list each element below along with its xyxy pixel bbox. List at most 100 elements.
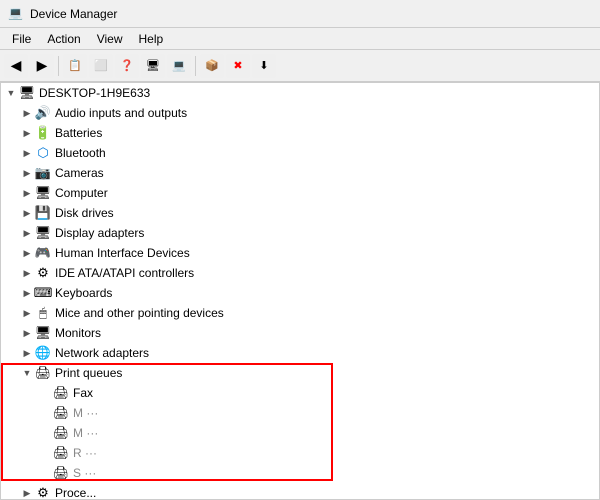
hid-label: Human Interface Devices [55, 246, 190, 260]
tree-item-computer[interactable]: ▶ 🖥 Computer [1, 183, 599, 203]
computer-label: Computer [55, 186, 108, 200]
app-icon: 💻 [8, 6, 24, 22]
tree-item-cameras[interactable]: ▶ 📷 Cameras [1, 163, 599, 183]
menu-action[interactable]: Action [39, 30, 88, 48]
mice-arrow: ▶ [19, 305, 35, 321]
tree-item-ide[interactable]: ▶ ⚙ IDE ATA/ATAPI controllers [1, 263, 599, 283]
display-arrow: ▶ [19, 225, 35, 241]
mice-icon: 🖱 [35, 305, 51, 321]
tree-item-printer3[interactable]: 🖨 R ··· [1, 443, 599, 463]
tree-item-printer4[interactable]: 🖨 S ··· [1, 463, 599, 483]
menu-bar: File Action View Help [0, 28, 600, 50]
bluetooth-label: Bluetooth [55, 146, 106, 160]
computer-arrow: ▶ [19, 185, 35, 201]
toolbar-separator-1 [58, 56, 59, 76]
forward-button[interactable]: ▶ [30, 54, 54, 78]
ide-label: IDE ATA/ATAPI controllers [55, 266, 194, 280]
printer1-icon: 🖨 [53, 405, 69, 421]
properties-button[interactable]: 📋 [63, 54, 87, 78]
device-tree: ▼ 🖥 DESKTOP-1H9E633 ▶ 🔊 Audio inputs and… [0, 82, 600, 500]
keyboards-icon: ⌨ [35, 285, 51, 301]
cameras-arrow: ▶ [19, 165, 35, 181]
monitors-arrow: ▶ [19, 325, 35, 341]
scan-changes-button[interactable]: ⬇ [252, 54, 276, 78]
tree-item-display[interactable]: ▶ 🖥 Display adapters [1, 223, 599, 243]
computer-icon: 🖥 [35, 185, 51, 201]
printer4-label: S ··· [73, 466, 96, 480]
print-queues-icon: 🖨 [35, 365, 51, 381]
tree-item-keyboards[interactable]: ▶ ⌨ Keyboards [1, 283, 599, 303]
disk-icon: 💾 [35, 205, 51, 221]
fax-icon: 🖨 [53, 385, 69, 401]
hid-arrow: ▶ [19, 245, 35, 261]
processors-label: Proce... [55, 486, 96, 500]
tree-item-printer2[interactable]: 🖨 M ··· [1, 423, 599, 443]
printer4-icon: 🖨 [53, 465, 69, 481]
tree-item-fax[interactable]: 🖨 Fax [1, 383, 599, 403]
toolbar: ◀ ▶ 📋 ⬜ ❓ 🖥 💻 📦 ✖ ⬇ [0, 50, 600, 82]
show-hidden-button[interactable]: 💻 [167, 54, 191, 78]
processors-arrow: ▶ [19, 485, 35, 500]
mice-label: Mice and other pointing devices [55, 306, 224, 320]
root-arrow: ▼ [3, 85, 19, 101]
print-queues-section: ▼ 🖨 Print queues 🖨 Fax 🖨 M ··· 🖨 M ··· 🖨… [1, 363, 599, 483]
help-button[interactable]: ❓ [115, 54, 139, 78]
ide-arrow: ▶ [19, 265, 35, 281]
tree-root[interactable]: ▼ 🖥 DESKTOP-1H9E633 [1, 83, 599, 103]
batteries-label: Batteries [55, 126, 102, 140]
display-label: Display adapters [55, 226, 144, 240]
network-label: Network adapters [55, 346, 149, 360]
root-label: DESKTOP-1H9E633 [39, 86, 150, 100]
ide-icon: ⚙ [35, 265, 51, 281]
print-queues-arrow: ▼ [19, 365, 35, 381]
tree-item-audio[interactable]: ▶ 🔊 Audio inputs and outputs [1, 103, 599, 123]
processors-icon: ⚙ [35, 485, 51, 500]
menu-view[interactable]: View [89, 30, 131, 48]
cameras-label: Cameras [55, 166, 104, 180]
window-title: Device Manager [30, 7, 117, 21]
audio-arrow: ▶ [19, 105, 35, 121]
tree-item-network[interactable]: ▶ 🌐 Network adapters [1, 343, 599, 363]
root-icon: 🖥 [19, 85, 35, 101]
tree-item-batteries[interactable]: ▶ 🔋 Batteries [1, 123, 599, 143]
menu-help[interactable]: Help [131, 30, 172, 48]
bluetooth-arrow: ▶ [19, 145, 35, 161]
hid-icon: 🎮 [35, 245, 51, 261]
printer3-icon: 🖨 [53, 445, 69, 461]
add-driver-button[interactable]: 📦 [200, 54, 224, 78]
display-icon: 🖥 [35, 225, 51, 241]
batteries-arrow: ▶ [19, 125, 35, 141]
fax-label: Fax [73, 386, 93, 400]
batteries-icon: 🔋 [35, 125, 51, 141]
tree-item-monitors[interactable]: ▶ 🖥 Monitors [1, 323, 599, 343]
tree-item-hid[interactable]: ▶ 🎮 Human Interface Devices [1, 243, 599, 263]
keyboards-label: Keyboards [55, 286, 112, 300]
network-arrow: ▶ [19, 345, 35, 361]
uninstall-button[interactable]: ✖ [226, 54, 250, 78]
print-queues-label: Print queues [55, 366, 122, 380]
cameras-icon: 📷 [35, 165, 51, 181]
tree-item-processors[interactable]: ▶ ⚙ Proce... [1, 483, 599, 500]
monitors-label: Monitors [55, 326, 101, 340]
back-button[interactable]: ◀ [4, 54, 28, 78]
network-icon: 🌐 [35, 345, 51, 361]
bluetooth-icon: ⬡ [35, 145, 51, 161]
tree-item-bluetooth[interactable]: ▶ ⬡ Bluetooth [1, 143, 599, 163]
printer2-icon: 🖨 [53, 425, 69, 441]
update-driver-button[interactable]: ⬜ [89, 54, 113, 78]
audio-label: Audio inputs and outputs [55, 106, 187, 120]
tree-item-print-queues[interactable]: ▼ 🖨 Print queues [1, 363, 599, 383]
printer2-label: M ··· [73, 426, 98, 440]
tree-item-printer1[interactable]: 🖨 M ··· [1, 403, 599, 423]
disk-arrow: ▶ [19, 205, 35, 221]
printer1-label: M ··· [73, 406, 98, 420]
keyboards-arrow: ▶ [19, 285, 35, 301]
title-bar: 💻 Device Manager [0, 0, 600, 28]
tree-item-mice[interactable]: ▶ 🖱 Mice and other pointing devices [1, 303, 599, 323]
display-adapters-button[interactable]: 🖥 [141, 54, 165, 78]
printer3-label: R ··· [73, 446, 97, 460]
toolbar-separator-2 [195, 56, 196, 76]
menu-file[interactable]: File [4, 30, 39, 48]
tree-item-disk[interactable]: ▶ 💾 Disk drives [1, 203, 599, 223]
audio-icon: 🔊 [35, 105, 51, 121]
